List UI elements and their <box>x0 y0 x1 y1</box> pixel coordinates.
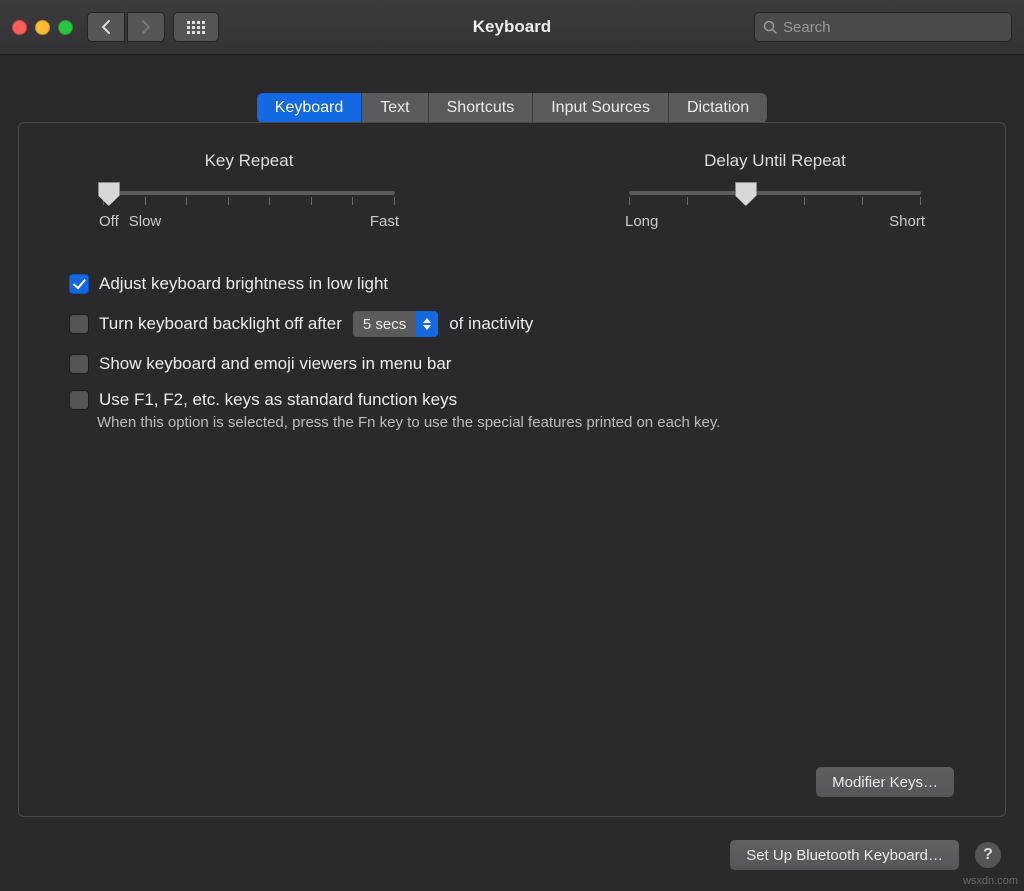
check-backlight[interactable] <box>69 314 89 334</box>
zoom-icon[interactable] <box>58 20 73 35</box>
delay-repeat-block: Delay Until Repeat Long Short <box>625 151 925 230</box>
delay-repeat-labels: Long Short <box>625 213 925 230</box>
setup-bluetooth-button[interactable]: Set Up Bluetooth Keyboard… <box>729 839 960 871</box>
tab-input-sources[interactable]: Input Sources <box>532 93 668 123</box>
key-repeat-labels: Off Slow Fast <box>99 213 399 230</box>
check-backlight-label-post: of inactivity <box>449 314 533 334</box>
minimize-icon[interactable] <box>35 20 50 35</box>
check-brightness[interactable] <box>69 274 89 294</box>
check-viewers-row: Show keyboard and emoji viewers in menu … <box>69 354 955 374</box>
titlebar: Keyboard Search <box>0 0 1024 55</box>
panel: Key Repeat Off Slow Fast <box>18 122 1006 817</box>
backlight-timeout-value: 5 secs <box>363 316 406 333</box>
forward-button[interactable] <box>127 12 165 42</box>
delay-repeat-title: Delay Until Repeat <box>625 151 925 171</box>
fnkeys-subnote: When this option is selected, press the … <box>97 414 955 431</box>
body: Keyboard Text Shortcuts Input Sources Di… <box>0 55 1024 891</box>
search-input[interactable]: Search <box>754 12 1012 42</box>
label-off: Off <box>99 213 119 230</box>
checkbox-group: Adjust keyboard brightness in low light … <box>69 274 955 431</box>
label-fast: Fast <box>370 213 399 230</box>
label-long: Long <box>625 213 658 230</box>
check-brightness-row: Adjust keyboard brightness in low light <box>69 274 955 294</box>
sliders-row: Key Repeat Off Slow Fast <box>99 151 925 230</box>
nav-buttons <box>87 12 165 42</box>
grid-icon <box>187 21 205 34</box>
chevron-right-icon <box>141 20 151 34</box>
key-repeat-slider[interactable] <box>103 191 395 195</box>
back-button[interactable] <box>87 12 125 42</box>
watermark: wsxdn.com <box>963 875 1018 887</box>
window-footer: Set Up Bluetooth Keyboard… ? <box>18 839 1006 871</box>
close-icon[interactable] <box>12 20 27 35</box>
check-viewers[interactable] <box>69 354 89 374</box>
modifier-keys-button[interactable]: Modifier Keys… <box>815 766 955 798</box>
search-placeholder: Search <box>783 19 831 36</box>
select-stepper-icon <box>416 311 438 337</box>
tabs: Keyboard Text Shortcuts Input Sources Di… <box>257 93 767 123</box>
check-fnkeys-row: Use F1, F2, etc. keys as standard functi… <box>69 390 955 410</box>
slider-ticks <box>103 197 395 205</box>
chevron-left-icon <box>101 20 111 34</box>
check-backlight-row: Turn keyboard backlight off after 5 secs… <box>69 310 955 338</box>
tab-dictation[interactable]: Dictation <box>668 93 767 123</box>
slider-ticks <box>629 197 921 205</box>
key-repeat-block: Key Repeat Off Slow Fast <box>99 151 399 230</box>
backlight-timeout-select[interactable]: 5 secs <box>352 310 439 338</box>
help-button[interactable]: ? <box>974 841 1002 869</box>
tab-keyboard[interactable]: Keyboard <box>257 93 362 123</box>
label-slow: Slow <box>129 213 162 230</box>
delay-repeat-slider[interactable] <box>629 191 921 195</box>
show-all-button[interactable] <box>173 12 219 42</box>
check-brightness-label: Adjust keyboard brightness in low light <box>99 274 388 294</box>
tab-shortcuts[interactable]: Shortcuts <box>428 93 533 123</box>
label-short: Short <box>889 213 925 230</box>
key-repeat-title: Key Repeat <box>99 151 399 171</box>
window-controls <box>12 20 73 35</box>
check-fnkeys[interactable] <box>69 390 89 410</box>
preferences-window: Keyboard Search Keyboard Text Shortcuts … <box>0 0 1024 891</box>
check-viewers-label: Show keyboard and emoji viewers in menu … <box>99 354 451 374</box>
check-fnkeys-label: Use F1, F2, etc. keys as standard functi… <box>99 390 457 410</box>
panel-footer: Modifier Keys… <box>69 766 955 798</box>
search-icon <box>763 20 777 34</box>
check-backlight-label-pre: Turn keyboard backlight off after <box>99 314 342 334</box>
tab-text[interactable]: Text <box>361 93 427 123</box>
